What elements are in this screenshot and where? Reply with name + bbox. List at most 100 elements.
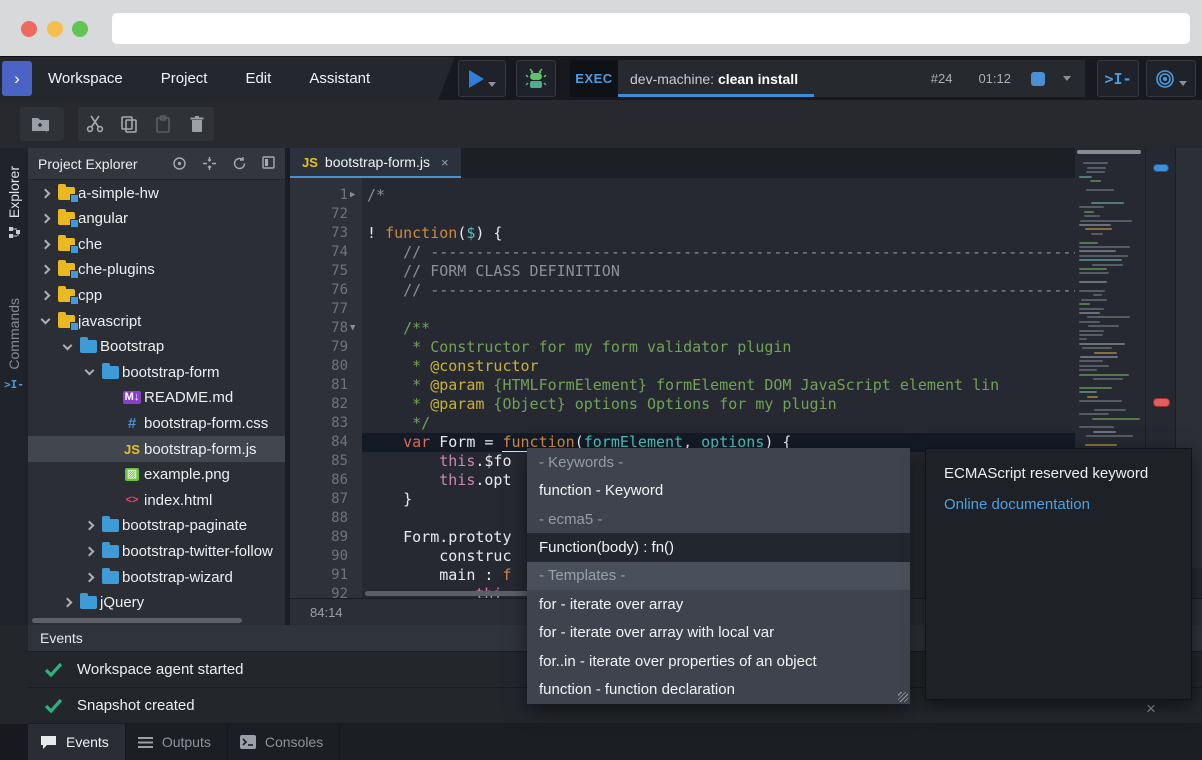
debug-button[interactable] — [516, 60, 556, 97]
close-window-button[interactable] — [21, 21, 37, 37]
chevron-down-icon[interactable] — [80, 370, 98, 374]
target-dropdown-caret-icon[interactable] — [1179, 81, 1187, 86]
tree-item-a-simple-hw[interactable]: a-simple-hw — [28, 180, 285, 206]
line-number[interactable]: 78 — [290, 319, 348, 338]
fold-closed-icon[interactable]: ▶ — [350, 186, 355, 205]
line-number[interactable]: 73 — [290, 224, 348, 243]
rail-tab-commands[interactable]: Commands >I- — [0, 298, 28, 391]
exec-command-widget[interactable]: EXEC dev-machine: clean install #24 01:1… — [570, 60, 1085, 97]
machine-perspective-button[interactable]: >I- — [1097, 60, 1139, 97]
line-number[interactable]: 74 — [290, 243, 348, 262]
line-number[interactable]: 76 — [290, 281, 348, 300]
line-number[interactable]: 72 — [290, 205, 348, 224]
tree-item-javascript[interactable]: javascript — [28, 308, 285, 334]
minimize-panel-icon[interactable] — [262, 156, 275, 169]
bottom-tab-outputs[interactable]: Outputs — [126, 724, 228, 760]
popup-resize-handle[interactable] — [898, 692, 908, 702]
line-number[interactable]: 77 — [290, 300, 348, 319]
menu-project[interactable]: Project — [161, 70, 208, 87]
line-number[interactable]: 83 — [290, 414, 348, 433]
menu-assistant[interactable]: Assistant — [309, 70, 370, 87]
menu-edit[interactable]: Edit — [245, 70, 271, 87]
chevron-right-icon[interactable] — [36, 292, 54, 299]
tree-item-bootstrap-wizard[interactable]: bootstrap-wizard — [28, 564, 285, 590]
chevron-right-icon[interactable] — [36, 215, 54, 222]
online-documentation-link[interactable]: Online documentation — [944, 496, 1191, 513]
close-tab-icon[interactable]: × — [441, 155, 449, 170]
exec-dropdown-caret-icon[interactable] — [1063, 76, 1071, 81]
explorer-horizontal-scrollbar[interactable] — [32, 618, 242, 623]
autocomplete-item[interactable]: Function(body) : fn() — [527, 533, 910, 561]
line-number[interactable]: 92 — [290, 585, 348, 598]
tree-item-che-plugins[interactable]: che-plugins — [28, 257, 285, 283]
rail-tab-explorer[interactable]: Explorer — [0, 166, 28, 239]
line-number[interactable]: 84 — [290, 433, 348, 452]
tree-item-che[interactable]: che — [28, 231, 285, 257]
line-number[interactable]: 86 — [290, 471, 348, 490]
address-bar[interactable] — [112, 13, 1190, 44]
copy-button[interactable] — [112, 107, 146, 141]
minimap-viewport-bar[interactable] — [1077, 150, 1141, 154]
line-number[interactable]: 89 — [290, 528, 348, 547]
paste-button[interactable] — [146, 107, 180, 141]
line-number[interactable]: 82 — [290, 395, 348, 414]
chevron-down-icon[interactable] — [58, 345, 76, 349]
line-number[interactable]: 88 — [290, 509, 348, 528]
chevron-right-icon[interactable] — [36, 241, 54, 248]
autocomplete-item[interactable]: for - iterate over array with local var — [527, 619, 910, 647]
autocomplete-item[interactable]: for..in - iterate over properties of an … — [527, 647, 910, 675]
chevron-down-icon[interactable] — [36, 319, 54, 323]
line-number[interactable]: 91 — [290, 566, 348, 585]
editor-tab-bootstrap-form-js[interactable]: JS bootstrap-form.js × — [290, 148, 461, 178]
target-selector-button[interactable] — [1146, 60, 1196, 97]
tree-item-cpp[interactable]: cpp — [28, 282, 285, 308]
tree-item-angular[interactable]: angular — [28, 206, 285, 232]
cut-button[interactable] — [78, 107, 112, 141]
line-number[interactable]: 81 — [290, 376, 348, 395]
chevron-right-icon[interactable] — [58, 599, 76, 606]
zoom-window-button[interactable] — [72, 21, 88, 37]
autocomplete-item[interactable]: for - iterate over array — [527, 590, 910, 618]
scroll-position-marker[interactable] — [1153, 164, 1169, 172]
link-with-editor-icon[interactable] — [202, 156, 217, 171]
chevron-right-icon[interactable] — [36, 266, 54, 273]
close-events-icon[interactable]: × — [1146, 699, 1156, 719]
tree-item-Bootstrap[interactable]: Bootstrap — [28, 334, 285, 360]
autocomplete-item[interactable]: function - function declaration — [527, 676, 910, 704]
run-dropdown-caret-icon[interactable] — [488, 82, 496, 87]
fold-open-icon[interactable]: ▼ — [350, 319, 355, 338]
scroll-from-source-icon[interactable] — [172, 156, 187, 171]
stop-process-button[interactable] — [1031, 72, 1045, 86]
tree-item-index.html[interactable]: <>index.html — [28, 487, 285, 513]
line-number[interactable]: 90 — [290, 547, 348, 566]
chevron-right-icon[interactable] — [36, 190, 54, 197]
line-number[interactable]: 79 — [290, 338, 348, 357]
autocomplete-item[interactable]: function - Keyword — [527, 476, 910, 504]
error-marker[interactable] — [1153, 398, 1170, 407]
line-number[interactable]: 1 — [290, 186, 348, 205]
menu-workspace[interactable]: Workspace — [48, 70, 123, 87]
delete-button[interactable] — [180, 107, 214, 141]
tree-item-bootstrap-form.js[interactable]: JSbootstrap-form.js — [28, 436, 285, 462]
nav-toggle-button[interactable]: › — [2, 61, 32, 96]
tree-item-example.png[interactable]: ▨example.png — [28, 462, 285, 488]
new-project-button[interactable] — [25, 107, 59, 141]
run-button[interactable] — [458, 60, 506, 97]
line-number[interactable]: 85 — [290, 452, 348, 471]
chevron-right-icon[interactable] — [80, 548, 98, 555]
tree-item-bootstrap-twitter-follow[interactable]: bootstrap-twitter-follow — [28, 538, 285, 564]
line-number[interactable]: 80 — [290, 357, 348, 376]
tree-item-bootstrap-paginate[interactable]: bootstrap-paginate — [28, 513, 285, 539]
chevron-right-icon[interactable] — [80, 574, 98, 581]
tree-item-README.md[interactable]: M↓README.md — [28, 385, 285, 411]
bottom-tab-events[interactable]: Events — [28, 724, 126, 760]
line-number[interactable]: 75 — [290, 262, 348, 281]
bottom-tab-consoles[interactable]: Consoles — [228, 724, 340, 760]
tree-item-jQuery[interactable]: jQuery — [28, 590, 285, 616]
tree-item-bootstrap-form.css[interactable]: #bootstrap-form.css — [28, 410, 285, 436]
line-number[interactable]: 87 — [290, 490, 348, 509]
tree-item-bootstrap-form[interactable]: bootstrap-form — [28, 359, 285, 385]
minimize-window-button[interactable] — [47, 21, 63, 37]
refresh-tree-icon[interactable] — [232, 156, 247, 171]
chevron-right-icon[interactable] — [80, 522, 98, 529]
